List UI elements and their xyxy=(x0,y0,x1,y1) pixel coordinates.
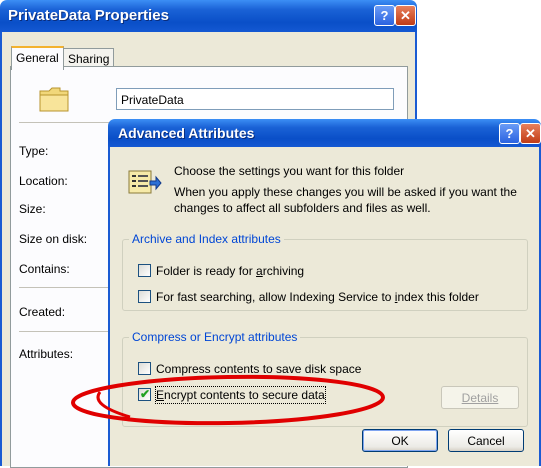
encrypt-label: Encrypt contents to secure data xyxy=(155,386,326,404)
intro-text-line2: changes to affect all subfolders and fil… xyxy=(174,201,431,215)
separator xyxy=(19,287,109,288)
attributes-icon xyxy=(128,170,162,194)
separator xyxy=(19,331,109,332)
compress-encrypt-group: Compress or Encrypt attributes xyxy=(122,330,528,427)
help-button[interactable]: ? xyxy=(374,5,395,26)
checkbox-box[interactable]: ✔ xyxy=(138,387,151,401)
compress-label: Compress contents to save disk space xyxy=(156,362,362,376)
tab-general[interactable]: General xyxy=(11,46,64,70)
close-button[interactable]: ✕ xyxy=(520,123,541,144)
checkmark-icon: ✔ xyxy=(140,387,151,401)
location-label: Location: xyxy=(19,174,68,188)
attributes-label: Attributes: xyxy=(19,347,74,361)
dialog-titlebar[interactable]: Advanced Attributes ? ✕ xyxy=(108,119,541,147)
compress-encrypt-legend: Compress or Encrypt attributes xyxy=(129,330,301,344)
advanced-attributes-dialog: Advanced Attributes ? ✕ Choose the setti… xyxy=(108,119,541,466)
checkbox-box[interactable] xyxy=(138,290,151,303)
properties-titlebar[interactable]: PrivateData Properties ? ✕ xyxy=(0,0,417,32)
properties-window-title: PrivateData Properties xyxy=(8,7,169,24)
close-button[interactable]: ✕ xyxy=(395,5,416,26)
checkbox-box[interactable] xyxy=(138,362,151,375)
help-button[interactable]: ? xyxy=(499,123,520,144)
size-on-disk-label: Size on disk: xyxy=(19,232,88,246)
created-label: Created: xyxy=(19,305,66,319)
type-label: Type: xyxy=(19,144,49,158)
dialog-title: Advanced Attributes xyxy=(118,125,255,141)
intro-heading: Choose the settings you want for this fo… xyxy=(174,164,405,178)
contains-label: Contains: xyxy=(19,262,70,276)
cancel-button[interactable]: Cancel xyxy=(448,429,524,452)
folder-icon xyxy=(39,87,69,112)
ok-button[interactable]: OK xyxy=(362,429,438,452)
intro-text-line1: When you apply these changes you will be… xyxy=(174,185,517,199)
folder-name-field[interactable]: PrivateData xyxy=(116,88,394,110)
details-button[interactable]: Details xyxy=(441,386,519,409)
archiving-label: Folder is ready for archiving xyxy=(156,264,305,278)
size-label: Size: xyxy=(19,202,46,216)
indexing-label: For fast searching, allow Indexing Servi… xyxy=(156,290,479,304)
archive-index-legend: Archive and Index attributes xyxy=(129,232,284,246)
checkbox-box[interactable] xyxy=(138,264,151,277)
